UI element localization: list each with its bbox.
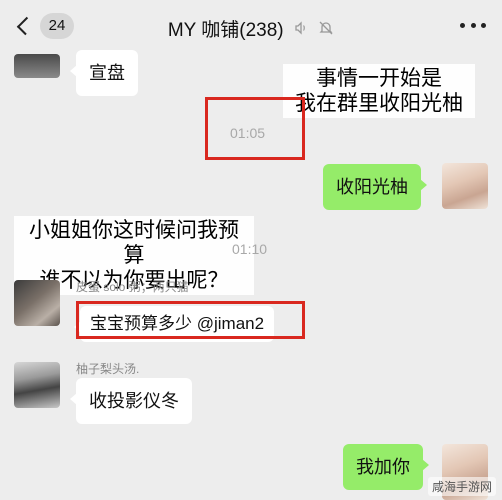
message-bubble-right[interactable]: 我加你	[343, 444, 429, 490]
avatar[interactable]	[14, 54, 60, 78]
avatar[interactable]	[442, 163, 488, 209]
chat-title-row: MY 咖铺(238)	[0, 15, 502, 42]
chat-title: MY 咖铺(238)	[167, 20, 284, 41]
avatar[interactable]	[14, 362, 60, 408]
message-bubble-right[interactable]: 收阳光柚	[323, 164, 427, 210]
more-dots-icon[interactable]	[460, 14, 486, 36]
annotation-line: 我在群里收阳光柚	[295, 92, 463, 115]
avatar[interactable]	[14, 280, 60, 326]
annotation-line: 事情一开始是	[316, 67, 442, 90]
timestamp: 01:05	[230, 125, 266, 141]
watermark-logo: 咸海手游网	[427, 477, 496, 496]
sender-name: 皮蛋 solo 粥；两只猫	[76, 280, 189, 294]
message-text: 收阳光柚	[336, 177, 408, 197]
message-bubble-left[interactable]: 收投影仪冬	[70, 378, 192, 424]
speaker-muted-icon	[293, 20, 309, 42]
annotation-line: 小姐姐你这时候问我预算	[29, 219, 239, 267]
message-text: 宣盘	[89, 63, 125, 83]
message-text: 收投影仪冬	[89, 391, 179, 411]
chat-header: 24 MY 咖铺(238)	[0, 0, 502, 52]
highlight-box-message	[76, 301, 305, 339]
timestamp: 01:10	[232, 241, 268, 257]
sender-name: 柚子梨头汤.	[76, 362, 140, 376]
bell-off-icon	[318, 20, 334, 42]
message-text: 我加你	[356, 457, 410, 477]
message-bubble-left[interactable]: 宣盘	[70, 50, 138, 96]
annotation-top: 事情一开始是 我在群里收阳光柚	[283, 64, 475, 118]
